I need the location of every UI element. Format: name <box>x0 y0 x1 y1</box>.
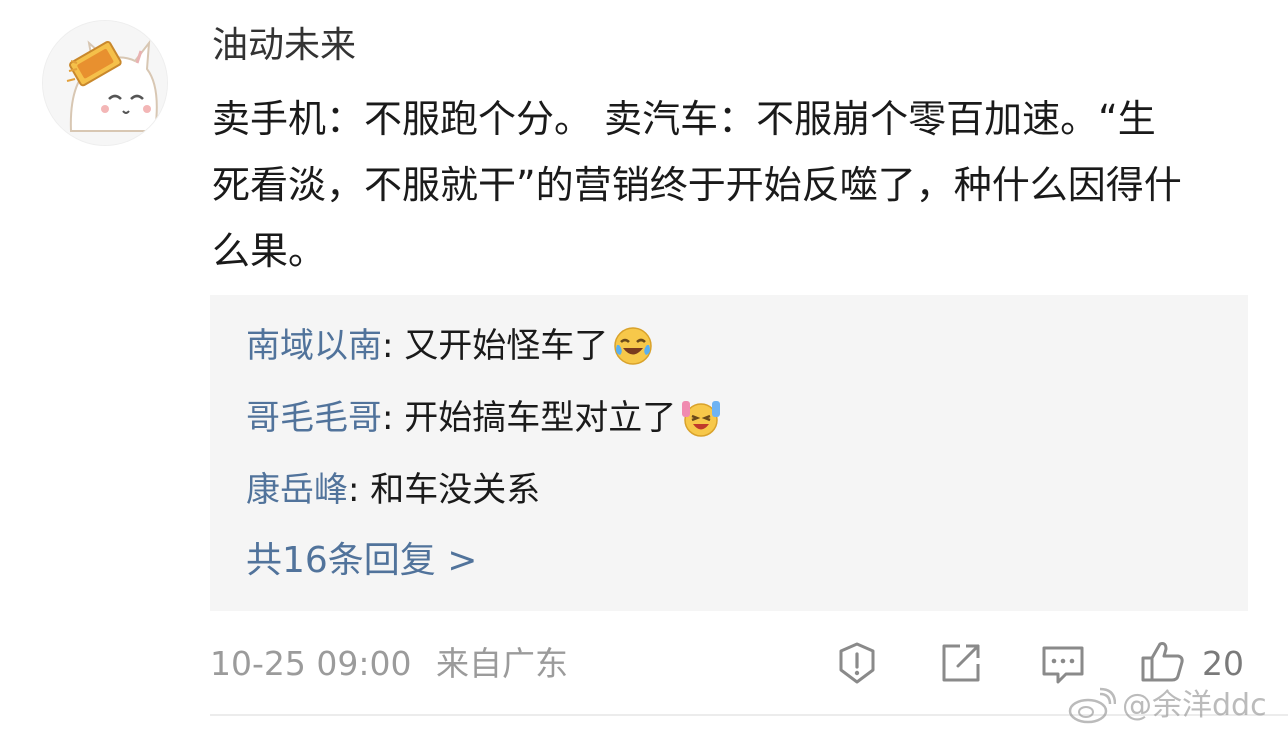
timestamp: 10-25 09:00 <box>210 644 412 683</box>
weibo-logo-icon <box>1068 687 1116 724</box>
comment-icon[interactable] <box>1040 642 1086 688</box>
watermark-text: @余洋ddc <box>1122 688 1267 723</box>
replies-panel[interactable]: 南域以南 : 又开始怪车了 哥毛毛哥 : 开始搞车型对立了 康岳峰: 和车没关… <box>210 295 1248 611</box>
reply-text: : 开始搞车型对立了 <box>382 398 677 438</box>
comment-meta: 10-25 09:00 来自广东 <box>210 642 568 686</box>
share-icon[interactable] <box>938 640 984 686</box>
reply-author[interactable]: 哥毛毛哥 <box>246 394 382 442</box>
comment-text: 卖手机：不服跑个分。 卖汽车：不服崩个零百加速。“生死看淡，不服就干”的营销终于… <box>212 97 1182 273</box>
reply-text: : 和车没关系 <box>348 470 541 510</box>
reply-text: : 又开始怪车了 <box>382 326 609 366</box>
reply-author[interactable]: 南域以南 <box>246 322 382 370</box>
report-icon[interactable] <box>834 640 880 686</box>
reply-item[interactable]: 康岳峰 : 和车没关系 <box>246 466 540 514</box>
cat-avatar-illustration <box>43 21 167 145</box>
avatar[interactable] <box>42 20 168 146</box>
laugh-cry-emoji <box>612 325 654 367</box>
reply-item[interactable]: 南域以南 : 又开始怪车了 <box>246 322 654 370</box>
more-replies-link[interactable]: 共16条回复 > <box>246 537 477 585</box>
comment-card: 油动未来 卖手机：不服跑个分。 卖汽车：不服崩个零百加速。“生死看淡，不服就干”… <box>0 0 1288 735</box>
like-count: 20 <box>1202 644 1244 683</box>
username[interactable]: 油动未来 <box>212 22 356 70</box>
like-thumb-icon[interactable] <box>1140 638 1186 684</box>
weibo-watermark: @余洋ddc <box>1066 686 1267 726</box>
location: 来自广东 <box>435 644 568 683</box>
hands-up-emoji <box>680 397 722 439</box>
reply-item[interactable]: 哥毛毛哥 : 开始搞车型对立了 <box>246 394 722 442</box>
reply-author[interactable]: 康岳峰 <box>246 466 348 514</box>
